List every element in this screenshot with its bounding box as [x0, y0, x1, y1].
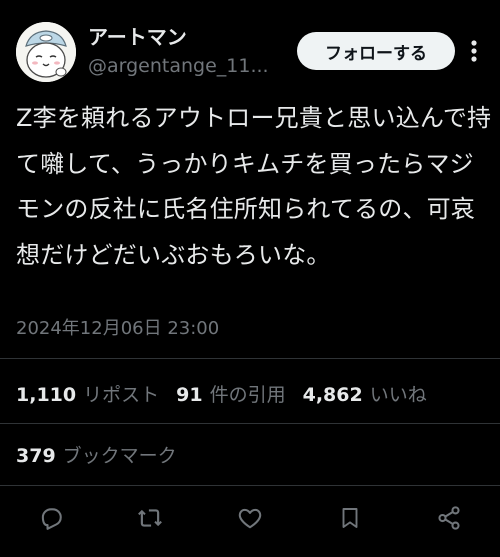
tweet-timestamp[interactable]: 2024年12月06日 23:00 [16, 314, 219, 340]
more-button[interactable] [462, 36, 486, 66]
reposts-count: 1,110 [16, 384, 77, 406]
avatar[interactable] [16, 22, 76, 82]
likes-count: 4,862 [302, 384, 363, 406]
bookmarks-label: ブックマーク [62, 445, 177, 467]
divider [0, 485, 500, 486]
tweet-stats: 1,110 リポスト 91 件の引用 4,862 いいね [16, 380, 444, 407]
bookmarks-stat[interactable]: 379 ブックマーク [16, 441, 177, 468]
repost-icon [138, 509, 162, 527]
tweet-header: アートマン @argentange_11... フォローする [16, 20, 486, 84]
repost-button[interactable] [134, 502, 166, 534]
reposts-label: リポスト [83, 384, 160, 406]
action-bar [0, 500, 500, 536]
tweet-text: Z李を頼れるアウトロー兄貴と思い込んで持て囃して、うっかりキムチを買ったらマジモ… [16, 104, 492, 269]
cartoon-character-avatar-icon [16, 22, 76, 82]
follow-button[interactable]: フォローする [297, 32, 455, 70]
quotes-stat[interactable]: 91 件の引用 [176, 380, 285, 407]
more-vertical-icon [471, 40, 477, 62]
bookmarks-count: 379 [16, 445, 56, 467]
reply-button[interactable] [35, 502, 67, 534]
bookmark-icon [342, 508, 358, 528]
bookmark-button[interactable] [334, 502, 366, 534]
likes-stat[interactable]: 4,862 いいね [303, 380, 427, 407]
share-icon [438, 506, 460, 530]
like-button[interactable] [234, 502, 266, 534]
quotes-count: 91 [176, 384, 203, 406]
share-button[interactable] [433, 502, 465, 534]
heart-icon [238, 508, 262, 529]
user-names[interactable]: アートマン @argentange_11... [88, 24, 269, 79]
display-name[interactable]: アートマン [88, 24, 269, 50]
quotes-label: 件の引用 [209, 384, 286, 406]
reposts-stat[interactable]: 1,110 リポスト [16, 380, 159, 407]
divider [0, 358, 500, 359]
reply-icon [41, 508, 62, 530]
likes-label: いいね [369, 384, 427, 406]
divider [0, 423, 500, 424]
user-handle[interactable]: @argentange_11... [88, 53, 269, 79]
